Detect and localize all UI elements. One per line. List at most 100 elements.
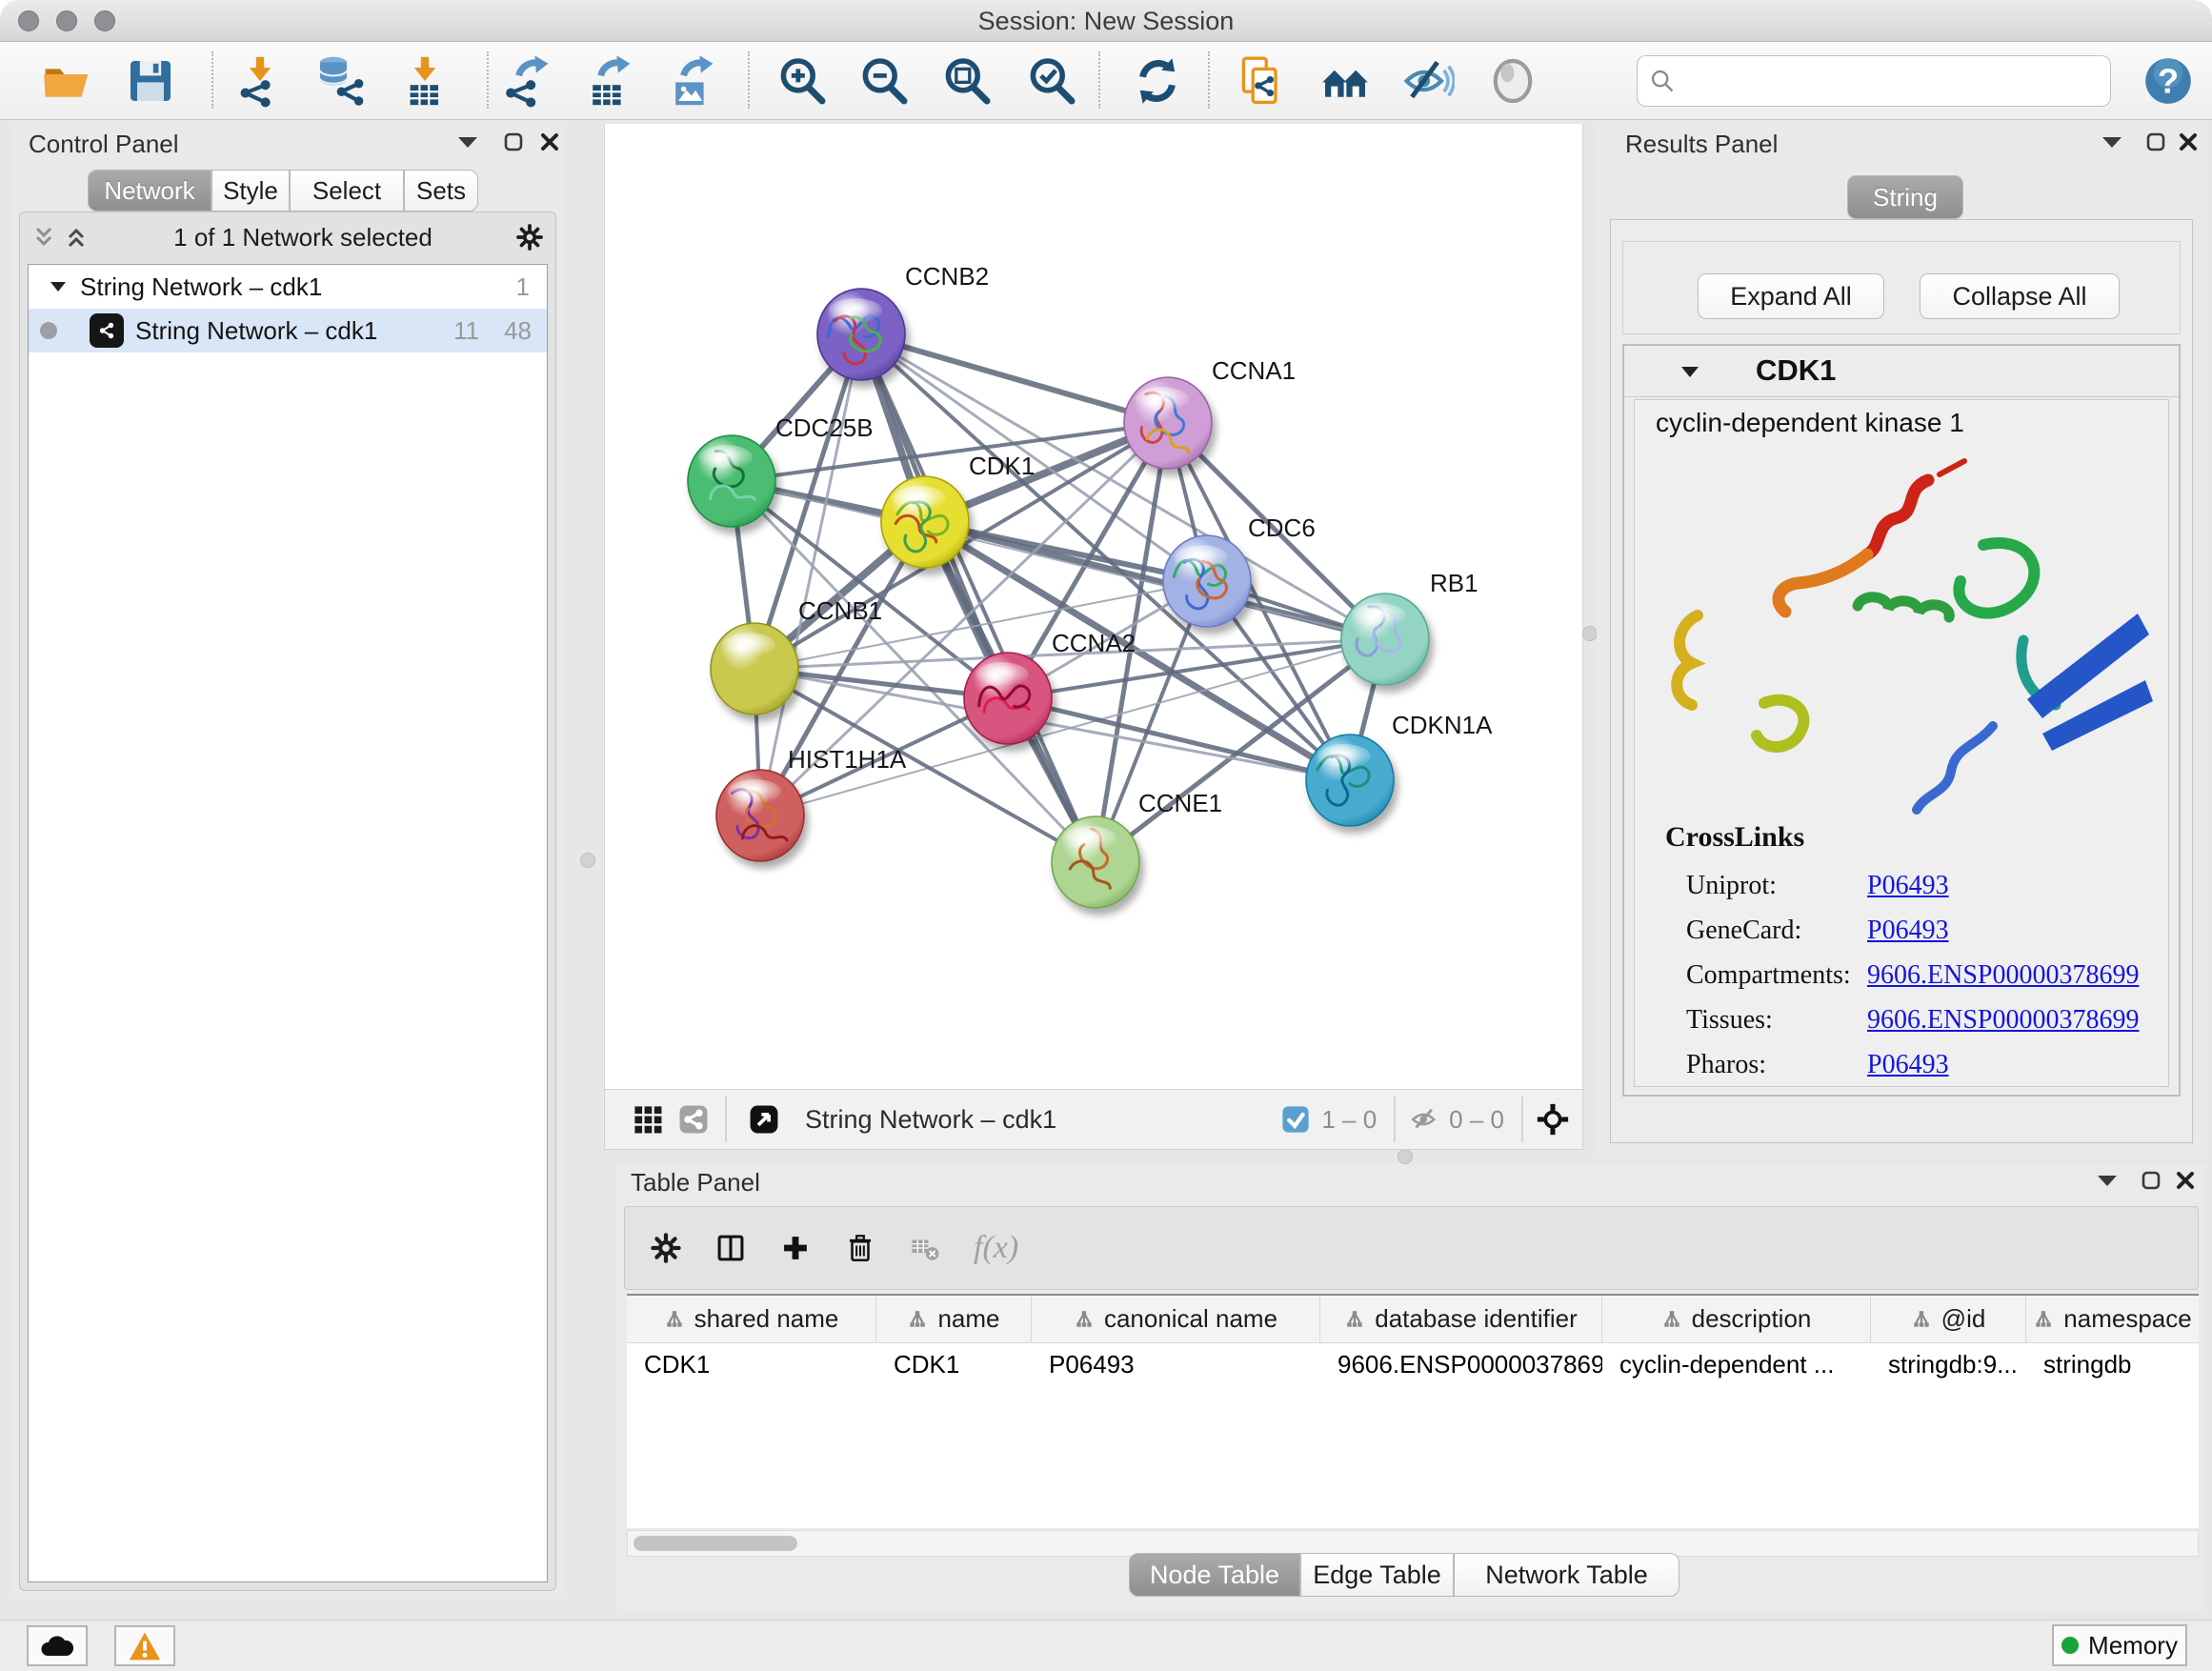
- panel-float-button[interactable]: [497, 128, 530, 156]
- network-badge-gray-button[interactable]: [677, 1105, 710, 1134]
- table-cell[interactable]: CDK1: [627, 1343, 876, 1385]
- search-input[interactable]: [1676, 67, 2085, 96]
- export-image-button[interactable]: [663, 51, 720, 111]
- crosslink-pharos[interactable]: P06493: [1867, 1042, 1949, 1087]
- table-cell[interactable]: stringdb:9...: [1871, 1343, 2026, 1385]
- scrollbar-thumb[interactable]: [633, 1536, 797, 1551]
- collapse-triangle-icon[interactable]: [1674, 357, 1706, 386]
- tab-select[interactable]: Select: [290, 170, 404, 211]
- network-options-button[interactable]: [513, 223, 546, 252]
- table-cell[interactable]: 9606.ENSP00000378699: [1320, 1343, 1602, 1385]
- column-header-database-identifier[interactable]: database identifier: [1320, 1296, 1602, 1342]
- node-CCNA1[interactable]: [1124, 377, 1212, 469]
- table-cell[interactable]: CDK1: [876, 1343, 1032, 1385]
- table-cell[interactable]: stringdb: [2026, 1343, 2199, 1385]
- collapse-all-networks-button[interactable]: [60, 223, 92, 252]
- column-header-description[interactable]: description: [1602, 1296, 1871, 1342]
- import-network-database-button[interactable]: [312, 51, 369, 111]
- zoom-in-button[interactable]: [774, 51, 831, 111]
- panel-float-button[interactable]: [2140, 128, 2172, 156]
- expand-all-button[interactable]: Expand All: [1698, 273, 1884, 319]
- search-field[interactable]: [1637, 55, 2111, 107]
- column-header-@id[interactable]: @id: [1871, 1296, 2026, 1342]
- panel-close-button[interactable]: [2169, 1166, 2202, 1195]
- network-collection-row[interactable]: String Network – cdk1 1: [29, 265, 547, 309]
- table-options-button[interactable]: [650, 1234, 682, 1262]
- column-header-canonical-name[interactable]: canonical name: [1032, 1296, 1320, 1342]
- birdseye-navigator-button[interactable]: [1537, 1105, 1569, 1134]
- crosslink-uniprot[interactable]: P06493: [1867, 863, 1949, 908]
- crosslink-compartments[interactable]: 9606.ENSP00000378699: [1867, 953, 2139, 997]
- help-button[interactable]: ?: [2140, 51, 2197, 111]
- save-session-button[interactable]: [122, 51, 179, 111]
- tab-sets[interactable]: Sets: [404, 170, 478, 211]
- tab-node-table[interactable]: Node Table: [1129, 1553, 1300, 1597]
- create-column-button[interactable]: [779, 1234, 812, 1262]
- collapse-triangle-icon[interactable]: [42, 272, 74, 301]
- import-table-button[interactable]: [396, 51, 453, 111]
- edge-CCNB2-CCNE1[interactable]: [861, 334, 1096, 862]
- delete-column-button[interactable]: [844, 1234, 876, 1262]
- table-cell[interactable]: cyclin-dependent ...: [1602, 1343, 1871, 1385]
- show-hide-button[interactable]: [1399, 51, 1457, 111]
- clone-network-button[interactable]: [1234, 51, 1291, 111]
- left-splitter-handle[interactable]: [580, 853, 595, 868]
- node-CDK1[interactable]: [881, 476, 969, 568]
- tab-style[interactable]: Style: [211, 170, 290, 211]
- zoom-out-button[interactable]: [855, 51, 913, 111]
- tab-string[interactable]: String: [1847, 175, 1963, 219]
- double-chevron-up-icon: [65, 226, 88, 249]
- node-CCNB1[interactable]: [711, 623, 798, 715]
- right-splitter-handle[interactable]: [1582, 626, 1598, 641]
- panel-float-button[interactable]: [2135, 1166, 2167, 1195]
- zoom-fit-button[interactable]: [938, 51, 995, 111]
- string-network-graph[interactable]: CCNB2CCNA1CDC25BCDK1CDC6RB1CCNB1CCNA2CDK…: [605, 124, 1584, 1089]
- crosslink-genecard[interactable]: P06493: [1867, 908, 1949, 953]
- column-header-shared-name[interactable]: shared name: [627, 1296, 876, 1342]
- table-row[interactable]: CDK1CDK1P064939606.ENSP00000378699cyclin…: [627, 1343, 2199, 1385]
- crosslink-tissues[interactable]: 9606.ENSP00000378699: [1867, 997, 2139, 1042]
- network-row-selected[interactable]: String Network – cdk1 11 48: [29, 309, 547, 352]
- node-CDC6[interactable]: [1163, 535, 1251, 627]
- export-table-button[interactable]: [580, 51, 637, 111]
- panel-menu-button[interactable]: [452, 128, 484, 156]
- node-RB1[interactable]: [1341, 594, 1429, 685]
- cloud-status-button[interactable]: [27, 1625, 88, 1666]
- import-network-file-button[interactable]: [231, 51, 289, 111]
- expand-all-networks-button[interactable]: [28, 223, 60, 252]
- table-cell[interactable]: P06493: [1032, 1343, 1320, 1385]
- selected-filter-checkbox[interactable]: [1279, 1105, 1312, 1134]
- first-neighbors-button[interactable]: [1317, 51, 1374, 111]
- panel-close-button[interactable]: [533, 128, 566, 156]
- node-CCNA2[interactable]: [964, 653, 1052, 744]
- hidden-items-button[interactable]: [1409, 1105, 1441, 1134]
- tab-network[interactable]: Network: [88, 170, 211, 211]
- tab-network-table[interactable]: Network Table: [1454, 1553, 1679, 1597]
- collapse-all-button[interactable]: Collapse All: [1920, 273, 2120, 319]
- grapher-button[interactable]: [1484, 51, 1541, 111]
- node-CCNE1[interactable]: [1052, 816, 1139, 908]
- zoom-selected-button[interactable]: [1023, 51, 1080, 111]
- gene-card-header[interactable]: CDK1: [1624, 346, 2179, 397]
- column-header-namespace[interactable]: namespace: [2026, 1296, 2199, 1342]
- apply-layout-button[interactable]: [1129, 51, 1186, 111]
- node-CCNB2[interactable]: [817, 289, 905, 380]
- open-session-button[interactable]: [38, 51, 95, 111]
- grid-view-button[interactable]: [632, 1105, 664, 1134]
- show-columns-button[interactable]: [714, 1234, 747, 1262]
- export-network-button[interactable]: [498, 51, 555, 111]
- panel-menu-button[interactable]: [2091, 1166, 2123, 1195]
- tab-edge-table[interactable]: Edge Table: [1300, 1553, 1454, 1597]
- warnings-button[interactable]: [114, 1625, 175, 1666]
- node-CDC25B[interactable]: [688, 435, 775, 527]
- horizontal-splitter-handle[interactable]: [1398, 1149, 1413, 1164]
- edge-CCNB2-HIST1H1A[interactable]: [760, 334, 861, 815]
- column-header-name[interactable]: name: [876, 1296, 1032, 1342]
- network-canvas[interactable]: CCNB2CCNA1CDC25BCDK1CDC6RB1CCNB1CCNA2CDK…: [604, 124, 1583, 1089]
- node-CDKN1A[interactable]: [1306, 735, 1394, 826]
- open-in-window-button[interactable]: [748, 1105, 780, 1134]
- node-HIST1H1A[interactable]: [716, 770, 804, 861]
- panel-close-button[interactable]: [2172, 128, 2204, 156]
- panel-menu-button[interactable]: [2096, 128, 2128, 156]
- memory-button[interactable]: Memory: [2052, 1624, 2187, 1666]
